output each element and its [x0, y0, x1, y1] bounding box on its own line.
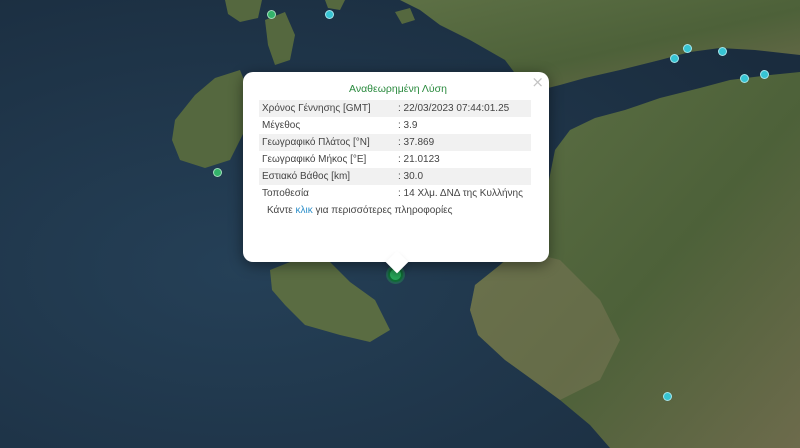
earthquake-marker[interactable] — [325, 10, 334, 19]
popup-footer: Κάντε κλικ για περισσότερες πληροφορίες — [259, 205, 537, 216]
earthquake-marker[interactable] — [740, 74, 749, 83]
earthquake-marker[interactable] — [670, 54, 679, 63]
longitude-label: Γεωγραφικό Μήκος [°E] — [262, 154, 367, 165]
depth-value: : 30.0 — [398, 171, 424, 182]
earthquake-marker[interactable] — [213, 168, 222, 177]
earthquake-marker[interactable] — [267, 10, 276, 19]
origin-time-value: : 22/03/2023 07:44:01.25 — [398, 103, 510, 114]
table-row: Τοποθεσία : 14 Χλμ. ΔΝΔ της Κυλλήνης — [259, 185, 531, 202]
table-row: Χρόνος Γέννησης [GMT] : 22/03/2023 07:44… — [259, 100, 531, 117]
close-icon[interactable]: × — [531, 74, 544, 90]
depth-label: Εστιακό Βάθος [km] — [262, 171, 351, 182]
popup-title: Αναθεωρημένη Λύση — [349, 83, 447, 95]
table-row: Γεωγραφικό Μήκος [°E] : 21.0123 — [259, 151, 531, 168]
footer-text-pre: Κάντε — [267, 205, 296, 216]
location-label: Τοποθεσία — [262, 188, 309, 199]
satellite-map[interactable]: × Αναθεωρημένη Λύση Χρόνος Γέννησης [GMT… — [0, 0, 800, 448]
latitude-label: Γεωγραφικό Πλάτος [°N] — [262, 137, 370, 148]
magnitude-label: Μέγεθος — [262, 120, 301, 131]
earthquake-marker[interactable] — [663, 392, 672, 401]
longitude-value: : 21.0123 — [398, 154, 440, 165]
earthquake-info-table: Χρόνος Γέννησης [GMT] : 22/03/2023 07:44… — [259, 100, 531, 202]
origin-time-label: Χρόνος Γέννησης [GMT] — [262, 103, 371, 114]
location-value: : 14 Χλμ. ΔΝΔ της Κυλλήνης — [398, 188, 523, 199]
magnitude-value: : 3.9 — [398, 120, 418, 131]
earthquake-marker[interactable] — [718, 47, 727, 56]
earthquake-marker[interactable] — [683, 44, 692, 53]
more-info-link[interactable]: κλικ — [296, 205, 313, 216]
table-row: Γεωγραφικό Πλάτος [°N] : 37.869 — [259, 134, 531, 151]
earthquake-info-popup: × Αναθεωρημένη Λύση Χρόνος Γέννησης [GMT… — [243, 72, 549, 274]
earthquake-marker[interactable] — [760, 70, 769, 79]
table-row: Μέγεθος : 3.9 — [259, 117, 531, 134]
latitude-value: : 37.869 — [398, 137, 435, 148]
table-row: Εστιακό Βάθος [km] : 30.0 — [259, 168, 531, 185]
footer-text-post: για περισσότερες πληροφορίες — [312, 205, 453, 216]
